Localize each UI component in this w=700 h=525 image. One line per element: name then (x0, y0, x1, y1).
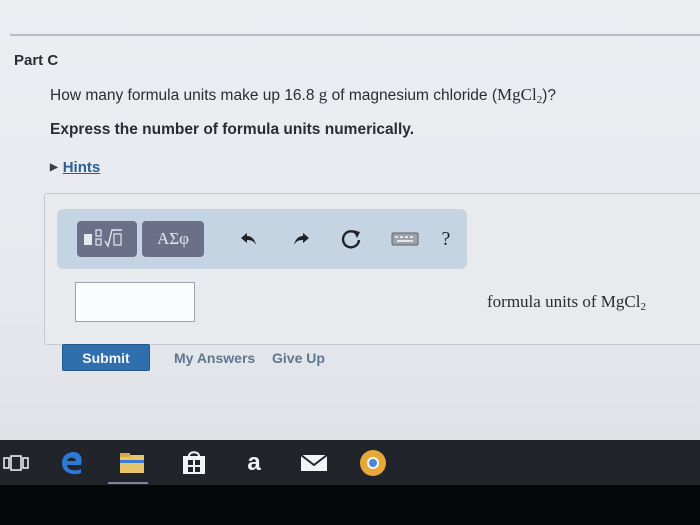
question-prefix: How many formula units make up 16.8 (50, 87, 315, 104)
formula-main: MgCl (497, 85, 537, 104)
chrome-button[interactable] (357, 447, 389, 479)
amazon-button[interactable]: a (238, 447, 270, 479)
redo-button[interactable] (287, 225, 315, 253)
store-icon (183, 451, 205, 474)
file-explorer-button[interactable] (116, 447, 148, 479)
edge-icon (62, 452, 82, 475)
submit-button[interactable]: Submit (62, 344, 150, 371)
amazon-icon: a (247, 449, 261, 476)
store-button[interactable] (178, 447, 210, 479)
templates-icon (84, 229, 122, 248)
reset-icon (341, 230, 361, 249)
file-explorer-icon (120, 453, 144, 473)
toolbar-button-group: ΑΣφ (77, 221, 204, 257)
give-up-button[interactable]: Give Up (272, 350, 325, 366)
section-divider (10, 34, 700, 36)
browser-viewport: Part C How many formula units make up 16… (0, 0, 700, 440)
question-formula: MgCl2 (497, 85, 542, 106)
answer-panel: ΑΣφ ? formula units of MgCl2 (44, 193, 700, 345)
units-prefix: formula units of MgCl (487, 292, 641, 311)
windows-taskbar: a (0, 440, 700, 485)
help-button[interactable]: ? (432, 225, 460, 253)
greek-symbols-button[interactable]: ΑΣφ (142, 221, 204, 257)
units-subscript: 2 (640, 301, 646, 313)
question-suffix: )? (542, 87, 557, 104)
reset-button[interactable] (337, 225, 365, 253)
instruction-text: Express the number of formula units nume… (50, 121, 415, 138)
keyboard-button[interactable] (389, 225, 421, 253)
hints-toggle[interactable]: ▶ Hints (50, 159, 100, 176)
part-title: Part C (14, 52, 59, 69)
redo-icon (294, 233, 309, 245)
answer-units: formula units of MgCl2 (487, 292, 646, 313)
active-app-indicator (108, 482, 148, 484)
keyboard-icon (391, 232, 419, 246)
edge-button[interactable] (56, 447, 88, 479)
answer-input[interactable] (75, 282, 195, 322)
math-toolbar: ΑΣφ ? (57, 209, 467, 269)
screen-bezel (0, 485, 700, 525)
caret-right-icon: ▶ (50, 162, 58, 173)
mail-icon (300, 454, 328, 471)
task-view-icon (3, 455, 29, 471)
undo-icon (241, 233, 256, 245)
question-text: How many formula units make up 16.8 g of… (50, 85, 556, 106)
undo-button[interactable] (235, 225, 263, 253)
hints-label: Hints (62, 159, 101, 176)
my-answers-button[interactable]: My Answers (174, 350, 255, 366)
templates-button[interactable] (77, 221, 137, 257)
chrome-icon (360, 450, 386, 476)
question-unit: g (318, 85, 328, 104)
task-view-button[interactable] (0, 447, 32, 479)
mail-button[interactable] (298, 447, 330, 479)
question-middle: of magnesium chloride ( (331, 87, 498, 104)
